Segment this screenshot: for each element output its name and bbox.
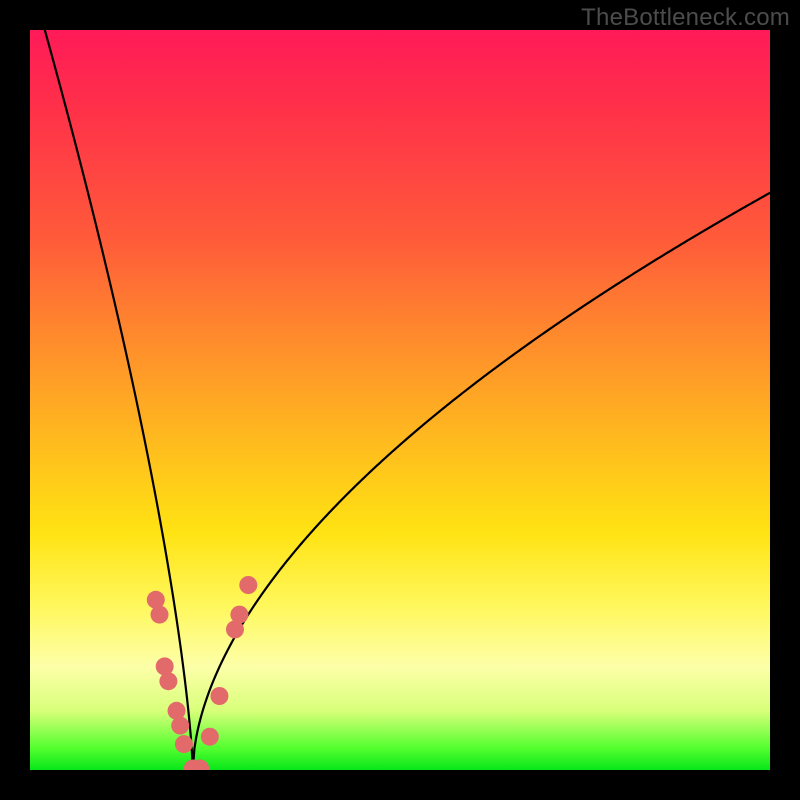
plot-area xyxy=(30,30,770,770)
curve-left xyxy=(45,30,193,770)
data-points-group xyxy=(147,576,257,770)
data-point xyxy=(171,717,189,735)
data-point xyxy=(151,606,169,624)
chart-frame: TheBottleneck.com xyxy=(0,0,800,800)
data-point xyxy=(239,576,257,594)
data-point xyxy=(159,672,177,690)
data-point xyxy=(210,687,228,705)
data-point xyxy=(230,606,248,624)
data-point xyxy=(201,728,219,746)
data-point xyxy=(175,735,193,753)
watermark-label: TheBottleneck.com xyxy=(581,4,790,32)
curve-right xyxy=(193,193,770,770)
curve-svg xyxy=(30,30,770,770)
